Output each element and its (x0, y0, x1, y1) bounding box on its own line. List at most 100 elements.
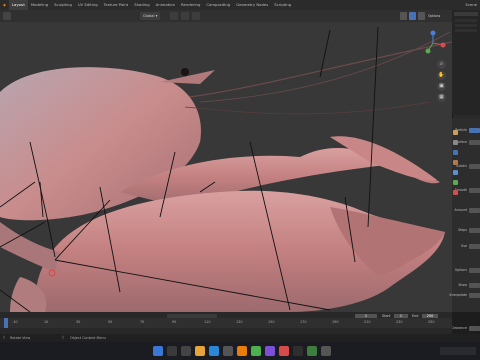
orientation-value: Global (143, 14, 155, 18)
tab-texture-paint[interactable]: Texture Paint (101, 0, 132, 10)
prop-field[interactable] (469, 208, 480, 213)
zoom-icon[interactable]: ⌕ (437, 60, 446, 69)
system-tray[interactable] (440, 347, 476, 355)
app-icon[interactable] (293, 346, 303, 356)
app-icon[interactable] (321, 346, 331, 356)
edge-browser-icon[interactable] (209, 346, 219, 356)
prop-label: Clearance (450, 326, 467, 330)
ruler-tick: 30 (76, 320, 81, 324)
tab-rendering[interactable]: Rendering (178, 0, 203, 10)
prop-field[interactable] (469, 188, 480, 193)
prop-field[interactable] (469, 293, 480, 298)
status-hint-context-menu: Object Context Menu (70, 336, 106, 340)
start-menu-icon[interactable] (153, 346, 163, 356)
mouse-left-icon: 🖱 (3, 335, 6, 339)
playhead[interactable] (4, 318, 8, 328)
ruler-tick: 110 (204, 320, 211, 324)
status-hint-rotate: Rotate View (10, 336, 31, 340)
orientation-dropdown[interactable]: Global ▾ (140, 12, 161, 20)
prop-label: Options (454, 268, 467, 272)
prop-field[interactable] (469, 164, 480, 169)
3d-viewport[interactable] (0, 22, 452, 312)
transform-pivot-icon[interactable] (170, 12, 178, 20)
prop-label: Amount (454, 208, 467, 212)
tab-uv-editing[interactable]: UV Editing (75, 0, 101, 10)
mouse-right-icon: 🖱 (62, 335, 65, 339)
gizmo-z-axis-icon[interactable] (430, 30, 436, 36)
outliner-panel[interactable] (452, 10, 480, 115)
blender-taskbar-icon[interactable] (237, 346, 247, 356)
viewport-shading-solid-icon[interactable] (400, 12, 407, 20)
outliner-row[interactable] (455, 29, 477, 32)
blender-logo-icon[interactable]: ◆ (0, 0, 9, 10)
perspective-toggle-icon[interactable]: ▦ (437, 93, 446, 102)
prop-label: Steps (458, 228, 467, 232)
prop-field[interactable] (469, 140, 480, 145)
camera-view-icon[interactable]: ▣ (437, 82, 446, 91)
editor-type-icon[interactable] (3, 12, 11, 20)
status-bar: 🖱 Rotate View 🖱 Object Context Menu (0, 334, 480, 342)
scene-selector[interactable]: Scene (462, 0, 480, 10)
ruler-tick: 10 (44, 320, 49, 324)
particle-properties-icon[interactable] (453, 180, 458, 185)
tab-compositing[interactable]: Compositing (203, 0, 233, 10)
tool-properties-icon[interactable] (453, 130, 458, 135)
tab-modeling[interactable]: Modeling (28, 0, 51, 10)
file-explorer-icon[interactable] (195, 346, 205, 356)
outliner-row[interactable] (455, 24, 477, 27)
gizmo-y-axis-icon[interactable] (425, 48, 431, 54)
ruler-tick: 50 (108, 320, 113, 324)
outliner-row[interactable] (455, 19, 477, 22)
app-icon[interactable] (279, 346, 289, 356)
ruler-tick: 90 (172, 320, 177, 324)
prop-field[interactable] (469, 326, 480, 331)
viewport-header: Global ▾ Options (0, 10, 452, 22)
outliner-header (454, 12, 478, 16)
snap-icon[interactable] (181, 12, 189, 20)
timeline-ruler[interactable]: -10 10 30 50 70 90 110 130 150 170 190 2… (0, 318, 452, 328)
os-taskbar (0, 342, 480, 360)
prop-field[interactable] (469, 128, 480, 133)
prop-field[interactable] (469, 283, 480, 288)
tab-shading[interactable]: Shading (131, 0, 152, 10)
prop-field[interactable] (469, 268, 480, 273)
search-icon[interactable] (167, 346, 177, 356)
ruler-tick: 230 (396, 320, 403, 324)
viewport-navigation-buttons: ⌕ ✋ ▣ ▦ (437, 60, 447, 104)
ruler-tick: 130 (236, 320, 243, 324)
proportional-editing-icon[interactable] (192, 12, 200, 20)
tab-scripting[interactable]: Scripting (271, 0, 294, 10)
app-icon[interactable] (251, 346, 261, 356)
ruler-tick: 70 (140, 320, 145, 324)
tab-layout[interactable]: Layout (8, 0, 28, 10)
tab-animation[interactable]: Animation (153, 0, 178, 10)
output-properties-icon[interactable] (453, 150, 458, 155)
viewport-shading-material-icon[interactable] (409, 12, 416, 20)
shrimp-eye (181, 68, 189, 76)
gizmo-x-axis-icon[interactable] (440, 42, 446, 48)
prop-label: Show (458, 283, 467, 287)
app-icon[interactable] (265, 346, 275, 356)
shrimp-model-render (0, 22, 452, 312)
render-properties-icon[interactable] (453, 140, 458, 145)
ruler-tick: 190 (332, 320, 339, 324)
tab-sculpting[interactable]: Sculpting (51, 0, 75, 10)
prop-field[interactable] (469, 228, 480, 233)
object-properties-icon[interactable] (453, 160, 458, 165)
viewport-shading-rendered-icon[interactable] (418, 12, 425, 20)
store-icon[interactable] (223, 346, 233, 356)
navigation-gizmo[interactable] (420, 30, 446, 56)
ruler-tick: 150 (268, 320, 275, 324)
tab-geometry-nodes[interactable]: Geometry Nodes (233, 0, 271, 10)
ruler-tick: -10 (12, 320, 18, 324)
prop-label: Use (461, 244, 467, 248)
prop-field[interactable] (469, 244, 480, 249)
task-view-icon[interactable] (181, 346, 191, 356)
properties-panel: Particle Surface Subdiv Smooth Amount St… (449, 118, 480, 331)
ruler-tick: 250 (428, 320, 435, 324)
options-dropdown[interactable]: Options (428, 12, 440, 20)
material-properties-icon[interactable] (453, 190, 458, 195)
pan-hand-icon[interactable]: ✋ (437, 71, 446, 80)
app-icon[interactable] (307, 346, 317, 356)
modifier-properties-icon[interactable] (453, 170, 458, 175)
